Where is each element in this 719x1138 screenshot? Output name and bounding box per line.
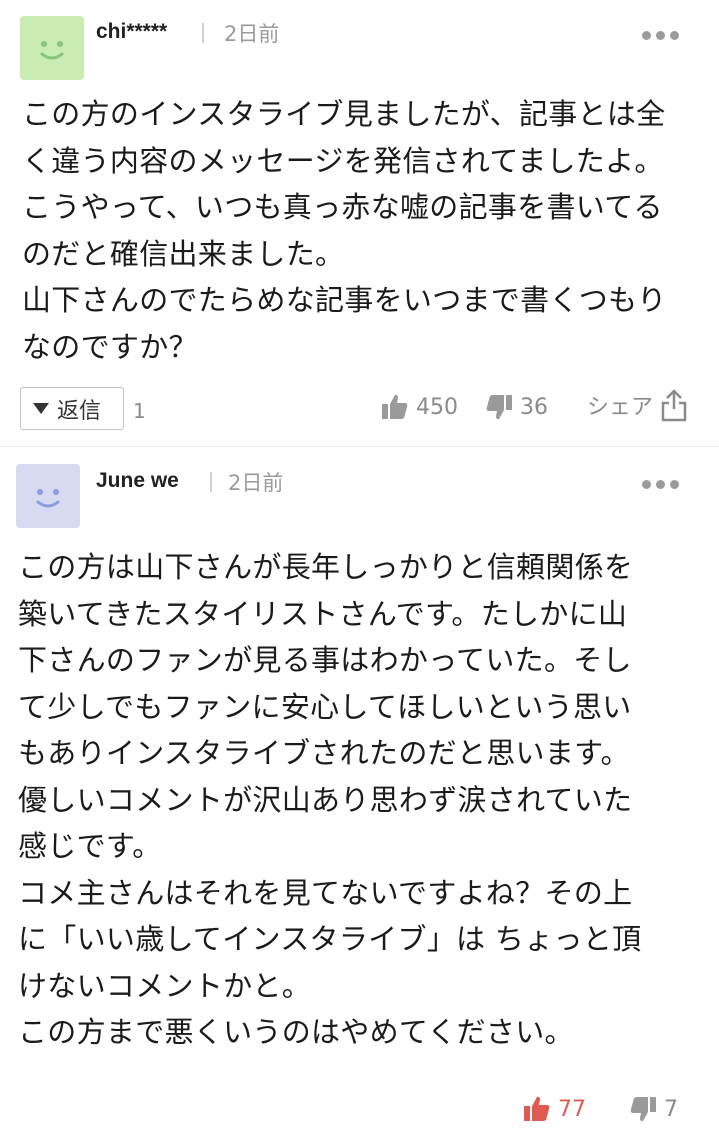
comment-card: June we 2日前 この方は山下さんが長年しっかりと信頼関係を 築いてきたス… <box>0 448 719 1138</box>
like-count: 450 <box>416 394 458 420</box>
dislike-button[interactable]: 7 <box>628 1094 678 1124</box>
smiley-face-icon <box>36 489 60 508</box>
thumbs-up-icon <box>382 394 408 419</box>
like-button[interactable]: 450 <box>380 392 458 422</box>
dislike-count: 36 <box>520 394 548 420</box>
meta-separator <box>210 472 212 492</box>
reply-count: 1 <box>133 399 146 423</box>
smiley-face-icon <box>40 41 64 60</box>
share-button[interactable]: シェア <box>587 388 689 422</box>
author-name[interactable]: June we <box>96 469 179 493</box>
meta-separator <box>202 23 204 43</box>
more-options-icon[interactable] <box>642 31 679 40</box>
comment-card: chi***** 2日前 この方のインスタライブ見ましたが、記事とは全 く違う内… <box>0 0 719 440</box>
post-time: 2日前 <box>224 22 280 46</box>
comment-body: この方のインスタライブ見ましたが、記事とは全 く違う内容のメッセージを発信されて… <box>22 97 667 364</box>
share-label: シェア <box>587 395 654 420</box>
thumbs-down-icon <box>486 395 512 420</box>
reply-label: 返信 <box>57 398 102 424</box>
like-count: 77 <box>558 1096 586 1122</box>
comment-body: この方は山下さんが長年しっかりと信頼関係を 築いてきたスタイリストさんです。たし… <box>18 550 642 1049</box>
avatar[interactable] <box>16 464 80 528</box>
avatar[interactable] <box>20 16 84 80</box>
dislike-button[interactable]: 36 <box>484 392 548 422</box>
post-time: 2日前 <box>228 471 284 495</box>
reply-button[interactable]: 返信 <box>20 387 124 430</box>
thumbs-up-icon <box>524 1096 550 1121</box>
expand-triangle-icon <box>33 403 49 414</box>
dislike-count: 7 <box>664 1096 678 1122</box>
share-icon <box>661 389 687 422</box>
like-button[interactable]: 77 <box>522 1094 586 1124</box>
more-options-icon[interactable] <box>642 480 679 489</box>
thumbs-down-icon <box>630 1097 656 1122</box>
author-name[interactable]: chi***** <box>96 20 167 44</box>
comment-divider <box>0 446 719 447</box>
